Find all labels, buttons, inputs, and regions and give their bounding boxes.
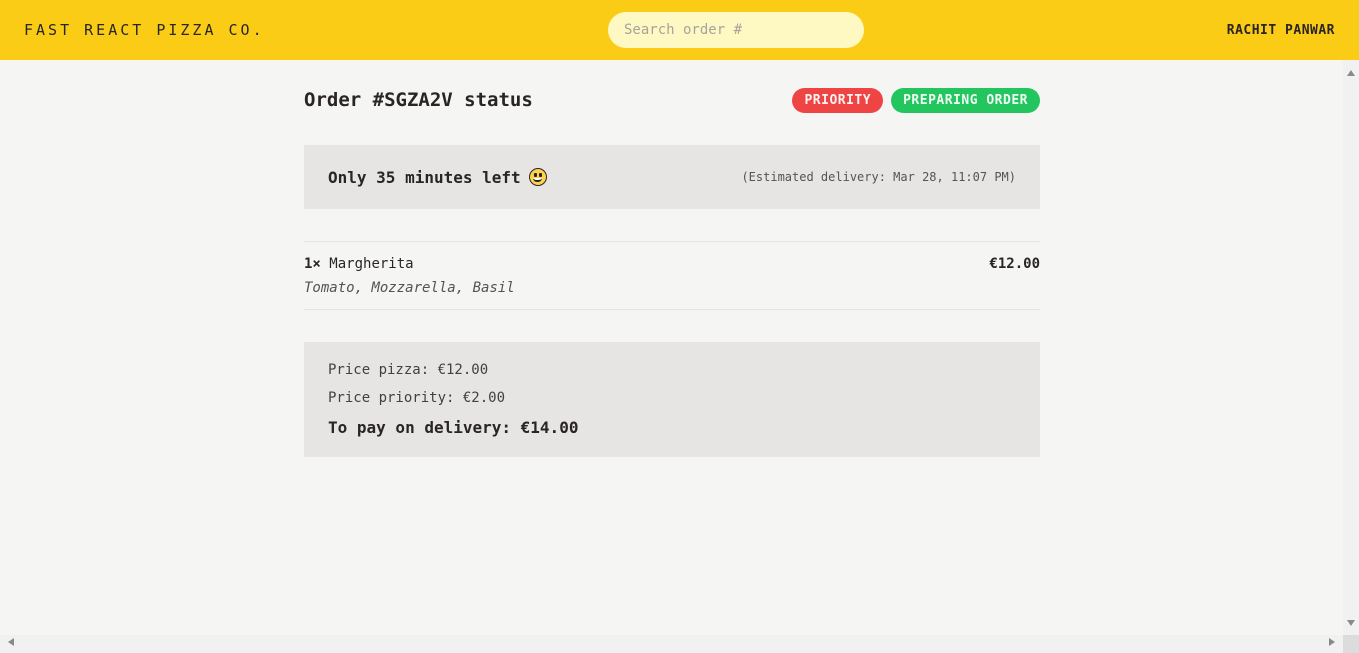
time-left: Only 35 minutes left	[328, 168, 547, 187]
order-title-row: Order #SGZA2V status Priority Preparing …	[304, 60, 1040, 140]
status-badges: Priority Preparing order	[792, 87, 1040, 113]
horizontal-scrollbar[interactable]	[0, 635, 1343, 653]
price-pizza: Price pizza: €12.00	[328, 362, 489, 378]
scroll-down-arrow-icon[interactable]	[1347, 620, 1355, 626]
delivery-estimate-panel: Only 35 minutes left (Estimated delivery…	[304, 145, 1040, 209]
scroll-up-arrow-icon[interactable]	[1347, 70, 1355, 76]
page-title: Order #SGZA2V status	[304, 89, 533, 111]
item-price: €12.00	[989, 256, 1040, 272]
time-left-text: Only 35 minutes left	[328, 167, 521, 187]
scroll-left-arrow-icon[interactable]	[8, 638, 14, 646]
price-summary-panel: Price pizza: €12.00 Price priority: €2.0…	[304, 342, 1040, 457]
item-name-line: 1× Margherita	[304, 256, 414, 272]
estimated-delivery: (Estimated delivery: Mar 28, 11:07 PM)	[741, 170, 1016, 184]
priority-badge: Priority	[792, 87, 884, 113]
search-order-input[interactable]	[608, 12, 864, 48]
home-logo-link[interactable]: Fast React Pizza Co.	[24, 21, 265, 39]
item-row: 1× Margherita €12.00	[304, 256, 1040, 272]
item-ingredients: Tomato, Mozzarella, Basil	[304, 280, 515, 296]
item-quantity: 1×	[304, 256, 321, 272]
app-header: Fast React Pizza Co. RACHIT PANWAR	[0, 0, 1359, 60]
vertical-scrollbar[interactable]	[1343, 60, 1359, 635]
total-to-pay: To pay on delivery: €14.00	[328, 418, 579, 437]
price-priority: Price priority: €2.00	[328, 390, 506, 406]
list-item: 1× Margherita €12.00 Tomato, Mozzarella,…	[304, 256, 1040, 296]
status-badge: Preparing order	[891, 87, 1040, 113]
order-items-list: 1× Margherita €12.00 Tomato, Mozzarella,…	[304, 241, 1040, 310]
smiling-face-emoji-icon	[528, 168, 547, 186]
order-page: Order #SGZA2V status Priority Preparing …	[304, 60, 1040, 457]
item-name: Margherita	[329, 256, 414, 272]
username: RACHIT PANWAR	[1226, 22, 1335, 38]
scroll-right-arrow-icon[interactable]	[1329, 638, 1335, 646]
scrollbar-corner	[1343, 635, 1359, 653]
